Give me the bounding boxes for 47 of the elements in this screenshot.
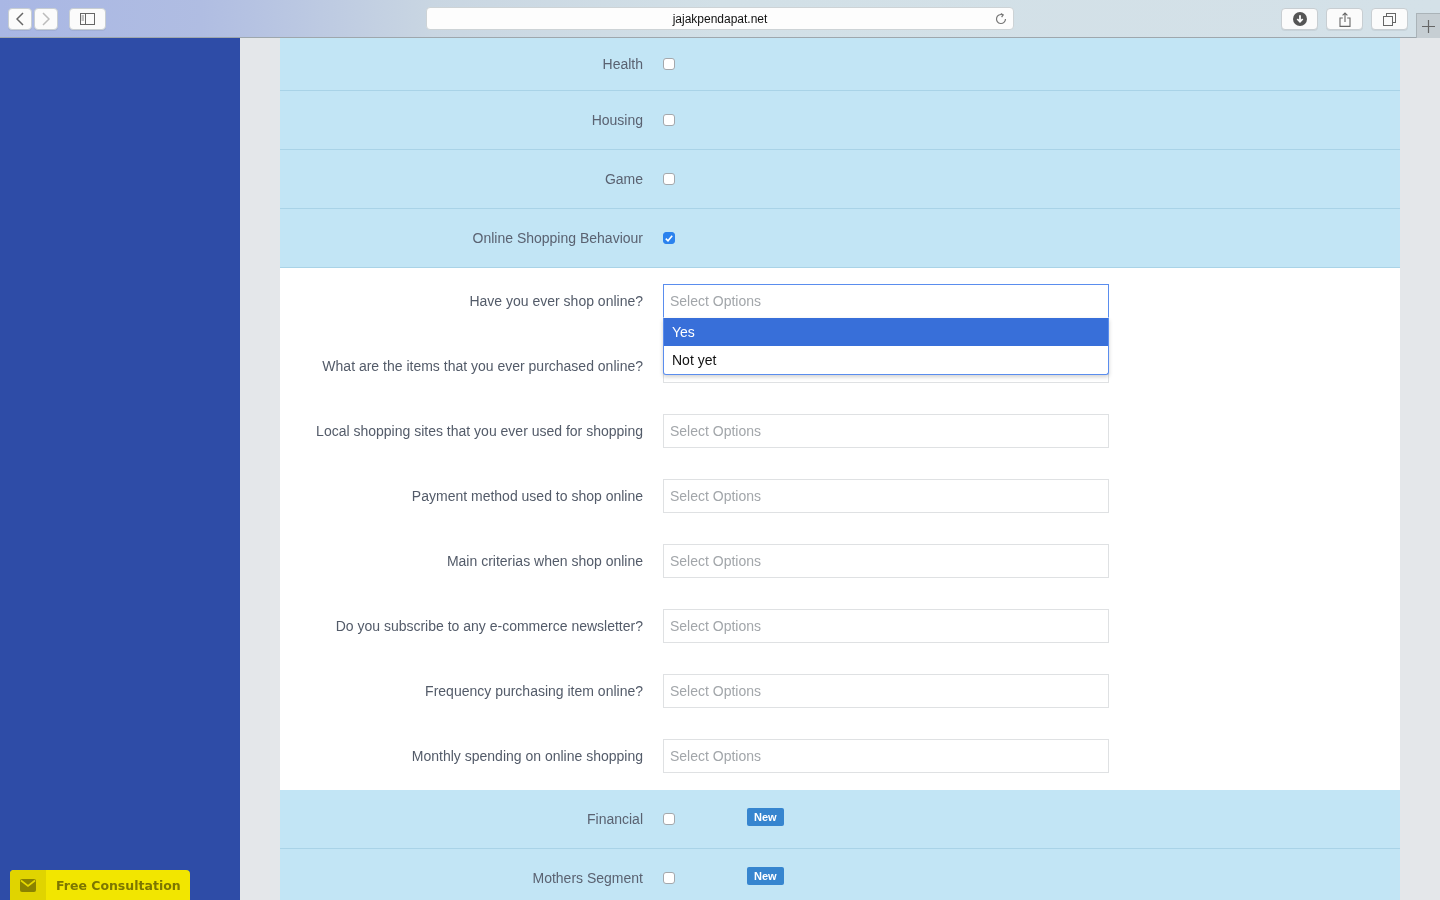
tabs-button[interactable] (1371, 8, 1408, 30)
select-field[interactable]: Select Options (663, 739, 1109, 773)
category-label: Online Shopping Behaviour (472, 230, 643, 246)
select-field[interactable]: Select Options (663, 479, 1109, 513)
question-label: What are the items that you ever purchased online? (322, 358, 643, 374)
category-label: Mothers Segment (532, 870, 643, 886)
select-field[interactable]: Select Options (663, 414, 1109, 448)
question-label: Monthly spending on online shopping (411, 748, 643, 764)
checkbox[interactable] (663, 58, 675, 70)
reload-icon[interactable] (995, 12, 1007, 25)
question-label: Main criterias when shop online (446, 553, 643, 569)
new-tab-button[interactable] (1416, 13, 1440, 38)
download-icon (1292, 12, 1307, 26)
tabs-icon (1383, 12, 1396, 26)
category-label: Health (602, 56, 643, 72)
checkmark-icon (665, 234, 673, 242)
address-field[interactable]: jajakpendapat.net (426, 7, 1014, 30)
new-badge: New (747, 808, 784, 826)
category-label: Game (604, 171, 643, 187)
question-label: Frequency purchasing item online? (425, 683, 643, 699)
category-label: Housing (591, 112, 643, 128)
select-field[interactable]: Select Options (663, 674, 1109, 708)
checkbox[interactable] (663, 173, 675, 185)
plus-icon (1422, 19, 1435, 33)
select-field[interactable]: Select Options (663, 284, 1109, 318)
dropdown-option[interactable]: Yes (664, 318, 1108, 346)
share-icon (1338, 11, 1351, 27)
sidebar-button[interactable] (69, 8, 106, 30)
back-button[interactable] (8, 8, 32, 30)
dropdown-option[interactable]: Not yet (664, 346, 1108, 374)
question-label: Local shopping sites that you ever used for shopping (316, 423, 643, 439)
sidebar-icon (80, 13, 95, 25)
checkbox[interactable] (663, 813, 675, 825)
category-label: Financial (586, 811, 643, 827)
select-field[interactable]: Select Options (663, 609, 1109, 643)
envelope-icon (10, 870, 46, 900)
new-badge: New (747, 867, 784, 885)
select-field[interactable]: Select Options (663, 544, 1109, 578)
downloads-button[interactable] (1281, 8, 1318, 30)
question-label: Do you subscribe to any e-commerce newsletter? (335, 618, 643, 634)
question-label: Have you ever shop online? (469, 293, 643, 309)
share-button[interactable] (1326, 8, 1363, 30)
checkbox[interactable] (663, 232, 675, 244)
consultation-button[interactable]: Free Consultation (10, 870, 190, 900)
checkbox[interactable] (663, 872, 675, 884)
question-label: Payment method used to shop online (411, 488, 643, 504)
checkbox[interactable] (663, 114, 675, 126)
